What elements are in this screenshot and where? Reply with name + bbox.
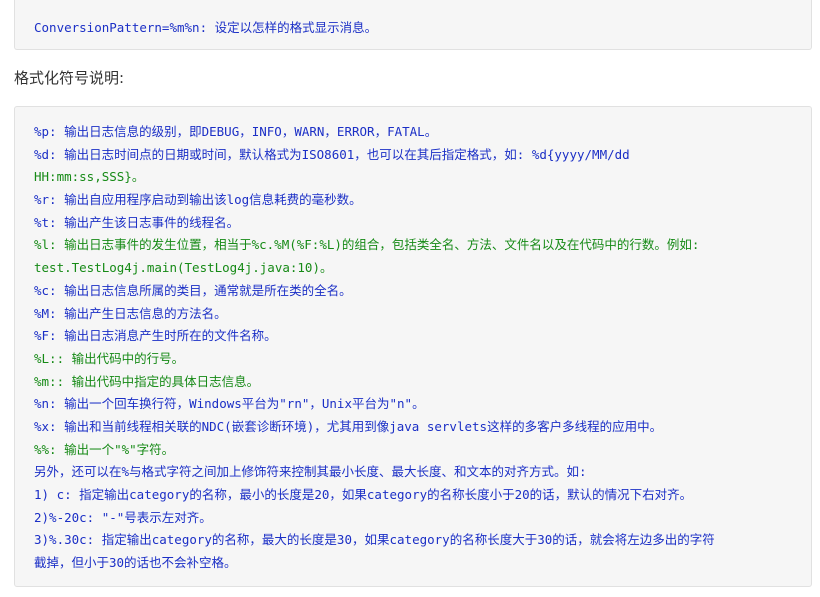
code-block-main: %p: 输出日志信息的级别，即DEBUG，INFO，WARN，ERROR，FAT… (14, 106, 812, 587)
code-lines: %p: 输出日志信息的级别，即DEBUG，INFO，WARN，ERROR，FAT… (34, 121, 801, 575)
code-line: HH:mm:ss,SSS}。 (34, 169, 145, 185)
code-line: 3)%.30c: 指定输出category的名称，最大的长度是30，如果cate… (34, 532, 715, 548)
code-line: %x: 输出和当前线程相关联的NDC(嵌套诊断环境)，尤其用到像java ser… (34, 418, 663, 434)
code-line: test.TestLog4j.main(TestLog4j.java:10)。 (34, 260, 333, 276)
code-line: %c: 输出日志信息所属的类目，通常就是所在类的全名。 (34, 282, 352, 298)
code-line: %M: 输出产生日志信息的方法名。 (34, 305, 227, 321)
code-line: 另外，还可以在%与格式字符之间加上修饰符来控制其最小长度、最大长度、和文本的对齐… (34, 464, 587, 480)
code-line: %p: 输出日志信息的级别，即DEBUG，INFO，WARN，ERROR，FAT… (34, 124, 438, 139)
code-block-top: ConversionPattern=%m%n: 设定以怎样的格式显示消息。 (14, 0, 812, 50)
code-line: 1) c: 指定输出category的名称，最小的长度是20，如果categor… (34, 487, 693, 502)
code-line: %L:: 输出代码中的行号。 (34, 350, 185, 366)
code-line: ConversionPattern=%m%n: 设定以怎样的格式显示消息。 (34, 20, 378, 35)
code-line: 截掉，但小于30的话也不会补空格。 (34, 555, 237, 571)
code-line: %F: 输出日志消息产生时所在的文件名称。 (34, 328, 277, 344)
code-line: %t: 输出产生该日志事件的线程名。 (34, 214, 240, 230)
code-line: %m:: 输出代码中指定的具体日志信息。 (34, 373, 260, 389)
section-heading: 格式化符号说明: (14, 69, 125, 87)
code-line: %l: 输出日志事件的发生位置，相当于%c.%M(%F:%L)的组合，包括类全名… (34, 237, 700, 253)
code-line: 2)%-20c: "-"号表示左对齐。 (34, 509, 212, 525)
code-line: %d: 输出日志时间点的日期或时间，默认格式为ISO8601，也可以在其后指定格… (34, 146, 630, 162)
code-line: %%: 输出一个"%"字符。 (34, 441, 175, 457)
code-line: %n: 输出一个回车换行符，Windows平台为"rn"，Unix平台为"n"。 (34, 396, 425, 412)
code-line: %r: 输出自应用程序启动到输出该log信息耗费的毫秒数。 (34, 192, 362, 208)
